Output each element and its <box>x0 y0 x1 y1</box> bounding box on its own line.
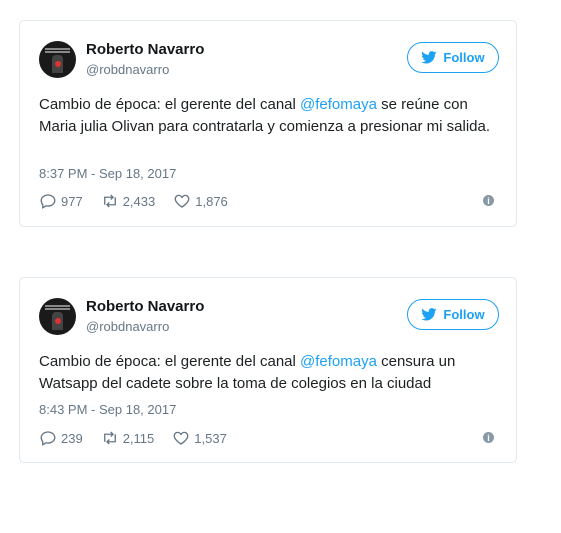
author-name[interactable]: Roberto Navarro <box>86 298 204 315</box>
tweet-text: Cambio de época: el gerente del canal @f… <box>39 351 504 395</box>
retweet-count: 2,115 <box>122 430 155 446</box>
tweet-text-before: Cambio de época: el gerente del canal <box>39 353 301 370</box>
tweet-timestamp[interactable]: 8:37 PM - Sep 18, 2017 <box>39 166 176 181</box>
heart-icon <box>174 194 190 208</box>
like-button[interactable]: 1,876 <box>173 192 228 210</box>
mention-link[interactable]: @fefomaya <box>300 353 377 370</box>
follow-label: Follow <box>443 307 485 322</box>
avatar[interactable] <box>39 298 76 335</box>
reply-icon <box>40 431 56 446</box>
reply-count: 977 <box>61 193 83 209</box>
follow-label: Follow <box>443 50 485 65</box>
tweet-actions: 977 2,433 1,876 <box>39 191 246 211</box>
author-name[interactable]: Roberto Navarro <box>86 41 204 58</box>
retweet-button[interactable]: 2,433 <box>101 192 156 210</box>
reply-count: 239 <box>61 430 83 446</box>
tweet-header: Roberto Navarro @robdnavarro Follow <box>39 296 499 336</box>
like-count: 1,537 <box>194 430 227 446</box>
twitter-bird-icon <box>421 308 437 321</box>
tweet-card: Roberto Navarro @robdnavarro Follow Camb… <box>19 20 517 227</box>
info-icon[interactable]: i <box>483 432 494 443</box>
author-handle[interactable]: @robdnavarro <box>86 62 169 77</box>
follow-button[interactable]: Follow <box>407 299 499 330</box>
tweet-text: Cambio de época: el gerente del canal @f… <box>39 94 504 138</box>
reply-button[interactable]: 977 <box>39 192 83 210</box>
twitter-bird-icon <box>421 51 437 64</box>
reply-button[interactable]: 239 <box>39 429 83 447</box>
tweet-card: Roberto Navarro @robdnavarro Follow Camb… <box>19 277 517 463</box>
info-icon[interactable]: i <box>483 195 494 206</box>
tweet-header: Roberto Navarro @robdnavarro Follow <box>39 39 499 79</box>
tweet-text-before: Cambio de época: el gerente del canal <box>39 96 301 113</box>
follow-button[interactable]: Follow <box>407 42 499 73</box>
tweet-timestamp[interactable]: 8:43 PM - Sep 18, 2017 <box>39 402 176 417</box>
like-count: 1,876 <box>195 193 228 209</box>
retweet-count: 2,433 <box>122 193 156 209</box>
retweet-icon <box>103 431 116 445</box>
retweet-button[interactable]: 2,115 <box>101 429 155 447</box>
avatar[interactable] <box>39 41 76 78</box>
reply-icon <box>40 194 56 209</box>
mention-link[interactable]: @fefomaya <box>300 96 377 113</box>
like-button[interactable]: 1,537 <box>172 429 227 447</box>
retweet-icon <box>103 194 116 208</box>
tweet-actions: 239 2,115 1,537 <box>39 428 245 448</box>
heart-icon <box>173 431 189 445</box>
author-handle[interactable]: @robdnavarro <box>86 319 169 334</box>
